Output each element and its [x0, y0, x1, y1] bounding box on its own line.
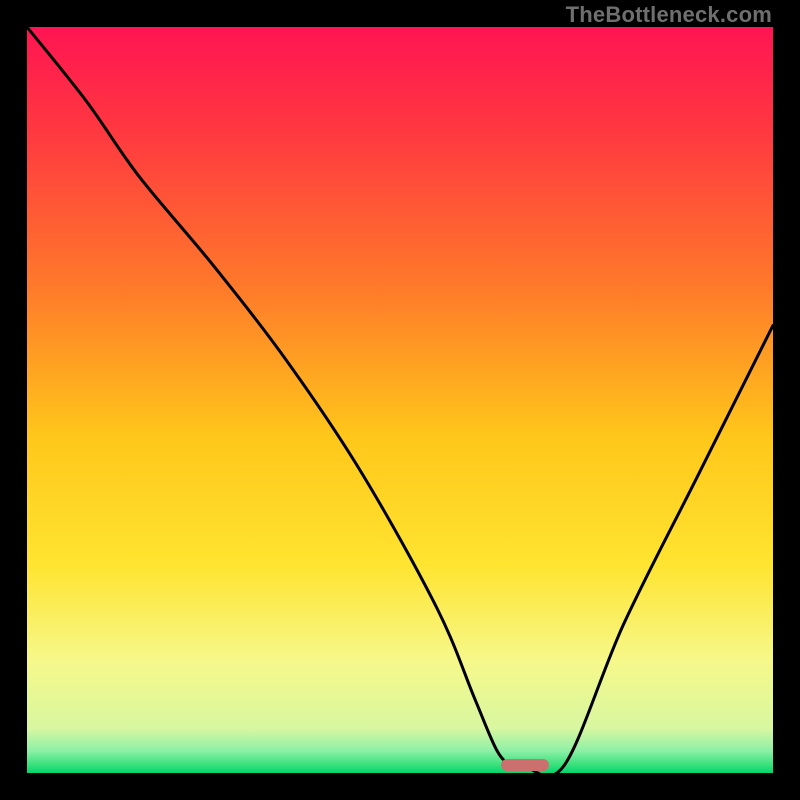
chart-frame: TheBottleneck.com — [0, 0, 800, 800]
curve-path — [27, 27, 773, 773]
optimal-marker — [501, 759, 549, 771]
plot-area — [27, 27, 773, 773]
bottleneck-curve — [27, 27, 773, 773]
watermark-text: TheBottleneck.com — [566, 2, 772, 28]
